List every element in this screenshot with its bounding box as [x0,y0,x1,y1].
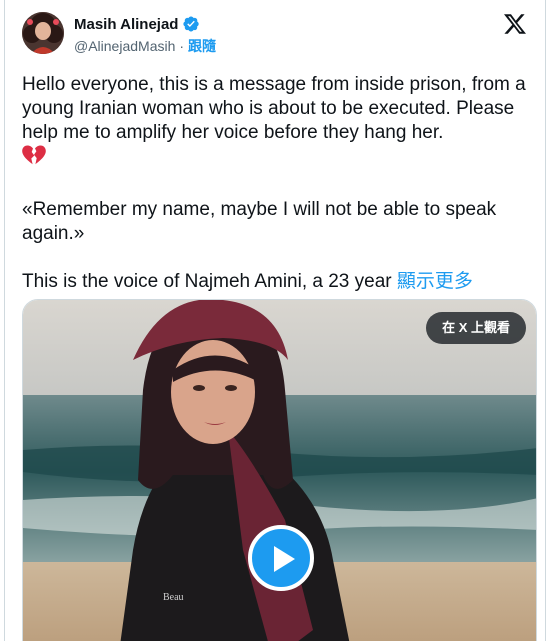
broken-heart-icon [22,145,46,174]
tweet-paragraph-3-text: This is the voice of Najmeh Amini, a 23 … [22,271,397,292]
tweet-card[interactable]: Masih Alinejad @AlinejadMasih · 跟隨 Hello… [4,0,546,641]
play-button[interactable] [248,525,314,591]
author-info: Masih Alinejad @AlinejadMasih · 跟隨 [74,14,216,56]
tweet-paragraph-1-text: Hello everyone, this is a message from i… [22,74,526,143]
watch-on-x-button[interactable]: 在 X 上觀看 [426,312,526,344]
separator: · [179,38,185,54]
handle[interactable]: @AlinejadMasih [74,38,175,54]
tweet-paragraph-1: Hello everyone, this is a message from i… [22,73,537,174]
tweet-paragraph-2: «Remember my name, maybe I will not be a… [22,199,497,244]
tweet-body: Hello everyone, this is a message from i… [22,73,537,294]
video-player[interactable]: Beau 在 X 上觀看 [22,299,537,641]
avatar[interactable] [22,12,64,54]
follow-button[interactable]: 跟隨 [188,36,216,56]
tweet-paragraph-3: This is the voice of Najmeh Amini, a 23 … [22,270,537,294]
show-more-link[interactable]: 顯示更多 [397,271,473,292]
display-name[interactable]: Masih Alinejad [74,16,178,33]
svg-text:Beau: Beau [163,592,184,603]
tweet-header: Masih Alinejad @AlinejadMasih · 跟隨 [22,12,531,56]
x-logo-icon[interactable] [503,12,527,36]
play-icon [274,546,295,572]
verified-badge-icon [182,15,200,33]
